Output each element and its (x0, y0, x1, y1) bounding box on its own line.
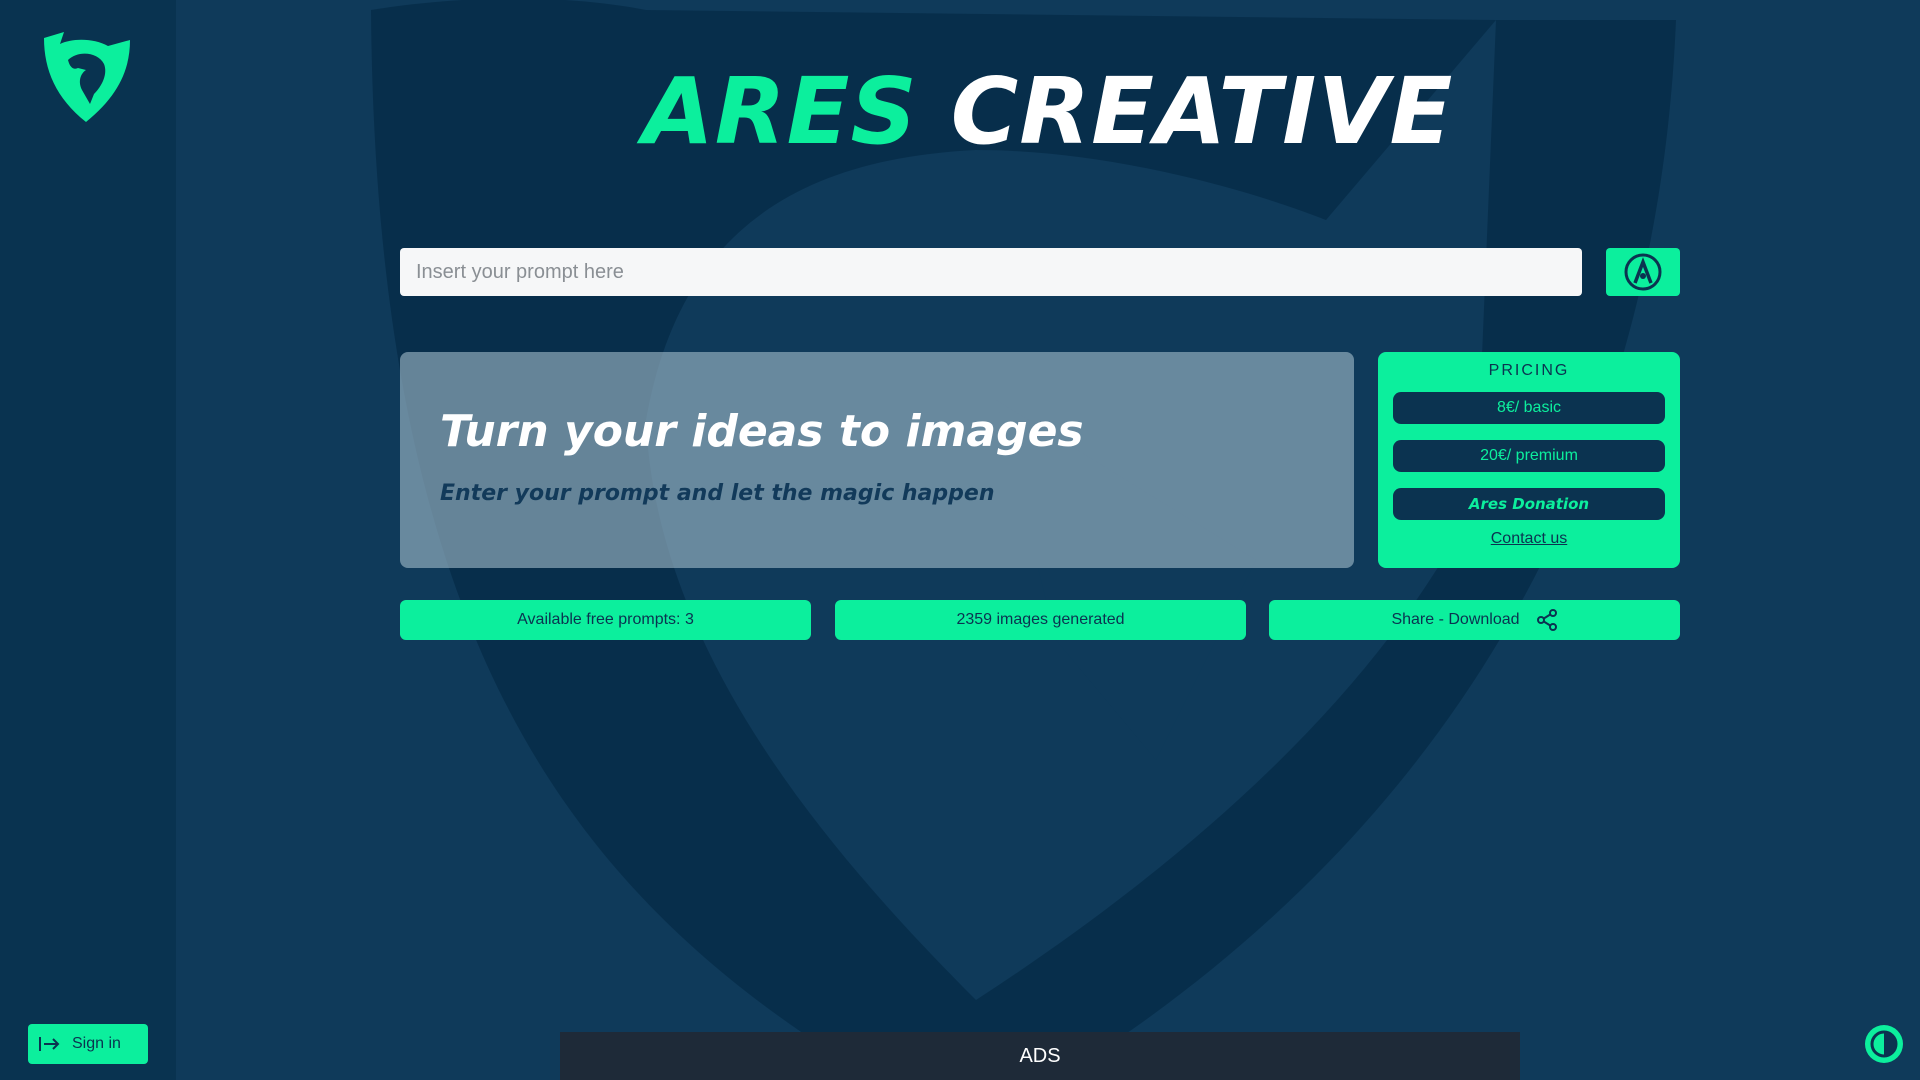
generate-button[interactable] (1606, 248, 1680, 296)
pricing-title: PRICING (1488, 362, 1570, 379)
sidebar: Sign in (0, 0, 176, 1080)
images-generated-label: 2359 images generated (956, 611, 1125, 628)
free-prompts-label: Available free prompts: 3 (517, 611, 694, 628)
hero-banner: Turn your ideas to images Enter your pro… (400, 352, 1354, 568)
hero-subheading: Enter your prompt and let the magic happ… (440, 481, 995, 506)
sign-in-label: Sign in (72, 1035, 121, 1052)
share-icon (1536, 609, 1557, 631)
ads-banner: ADS (560, 1032, 1520, 1080)
theme-toggle-icon[interactable] (1864, 1024, 1904, 1064)
premium-plan-button[interactable]: 20€/ premium (1393, 440, 1665, 472)
app-title: ARES CREATIVE (176, 58, 1920, 165)
pricing-panel: PRICING 8€/ basic 20€/ premium Ares Dona… (1378, 352, 1680, 568)
share-download-label: Share - Download (1391, 611, 1520, 628)
main-content: ARES CREATIVE Turn your ideas to images … (176, 0, 1920, 1080)
prompt-input[interactable] (400, 248, 1582, 296)
sign-in-icon (39, 1037, 60, 1051)
hero-heading: Turn your ideas to images (440, 406, 1084, 457)
free-prompts-badge: Available free prompts: 3 (400, 600, 811, 640)
app-title-part2: CREATIVE (950, 58, 1454, 165)
basic-plan-button[interactable]: 8€/ basic (1393, 392, 1665, 424)
ads-label: ADS (1019, 1044, 1061, 1067)
images-generated-badge: 2359 images generated (835, 600, 1246, 640)
ares-shield-logo[interactable] (38, 30, 134, 126)
ares-a-circle-icon (1624, 253, 1662, 291)
app-title-part1: ARES (642, 58, 918, 165)
sign-in-button[interactable]: Sign in (28, 1024, 148, 1064)
donation-button[interactable]: Ares Donation (1393, 488, 1665, 520)
share-download-button[interactable]: Share - Download (1269, 600, 1680, 640)
contact-us-link[interactable]: Contact us (1491, 530, 1567, 547)
